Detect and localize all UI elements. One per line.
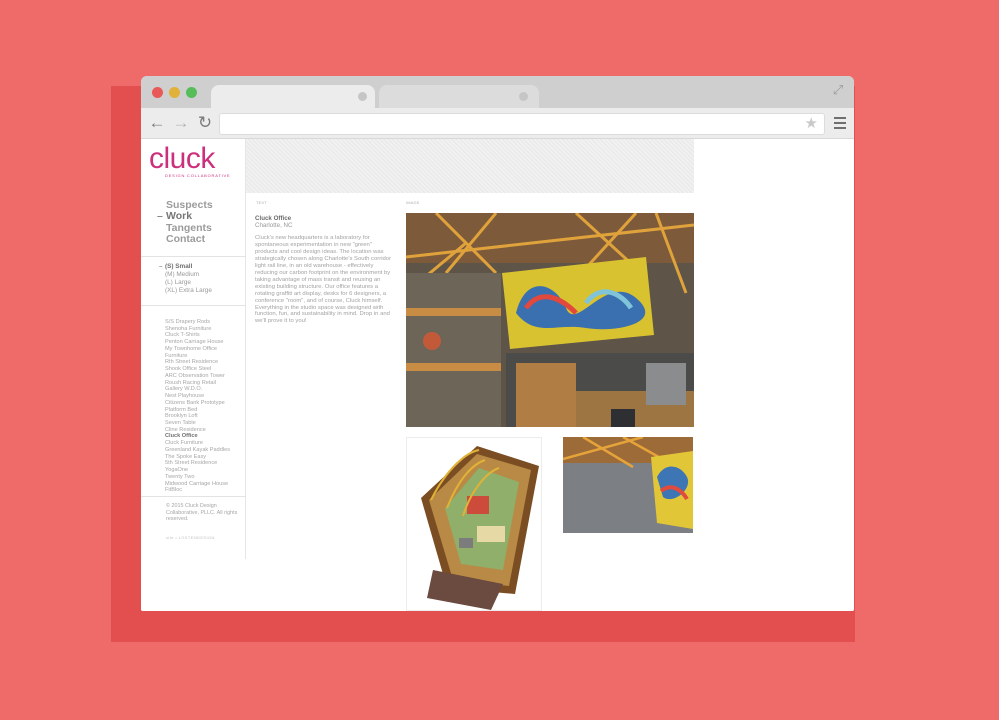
project-item[interactable]: YogaOne [165,467,230,474]
project-item[interactable]: Cluck Furniture [165,440,230,447]
logo-tagline: DESIGN COLLABORATIVE [165,173,231,178]
project-photo-floorplan[interactable] [406,437,542,611]
divider [141,496,245,497]
project-item[interactable]: S/S Drapery Rods [165,319,230,326]
project-item[interactable]: Roush Racing Retail [165,380,230,387]
project-location: Charlotte, NC [255,222,293,229]
divider [141,305,245,306]
browser-tab-active[interactable] [211,85,375,108]
size-filter-extra-large[interactable]: (XL) Extra Large [165,287,212,295]
logo[interactable]: cluck [149,141,215,177]
nav-item-work[interactable]: Work [157,210,213,222]
close-window-button[interactable] [152,87,163,98]
site-credit[interactable]: site • LOSTENDESIGN [166,535,215,540]
sidebar: cluck DESIGN COLLABORATIVE Suspects Work… [141,139,246,559]
project-description: Cluck's new headquarters is a laboratory… [255,235,392,325]
title-bar: ⤢ [141,76,854,108]
project-item[interactable]: ARC Observation Tower [165,373,230,380]
project-item[interactable]: Brooklyn Loft [165,413,230,420]
tab-close-icon[interactable] [519,92,528,101]
address-bar[interactable]: ★ [219,113,825,135]
browser-tab-inactive[interactable] [379,85,539,108]
minimize-window-button[interactable] [169,87,180,98]
size-filter-large[interactable]: (L) Large [165,279,212,287]
project-item[interactable]: Cluck T-Shirts [165,332,230,339]
hamburger-menu-icon[interactable] [834,114,846,132]
browser-toolbar: ← → ↻ ★ [141,108,854,139]
main-nav: Suspects Work Tangents Contact [157,199,213,245]
zoom-window-button[interactable] [186,87,197,98]
project-item[interactable]: Seven Table [165,420,230,427]
page-content: cluck DESIGN COLLABORATIVE Suspects Work… [141,139,854,611]
project-item-active[interactable]: Cluck Office [165,433,230,440]
project-photo-main[interactable] [406,213,694,427]
project-item[interactable]: 5th Street Residence [165,460,230,467]
project-photo-detail[interactable] [563,437,693,533]
project-list: S/S Drapery Rods Shenoha Furniture Cluck… [165,319,230,494]
project-item[interactable]: Cline Residence [165,427,230,434]
browser-window: ⤢ ← → ↻ ★ cluck DESIGN COLLABORATIVE Sus… [141,76,854,611]
size-filter-medium[interactable]: (M) Medium [165,271,212,279]
size-filter: (S) Small (M) Medium (L) Large (XL) Extr… [159,263,212,295]
project-title: Cluck Office [255,215,292,222]
project-item[interactable]: Nest Playhouse [165,393,230,400]
reload-icon[interactable]: ↻ [195,113,215,133]
graffiti-wall-image [563,437,693,533]
project-item[interactable]: Midwood Carriage House [165,481,230,488]
project-item[interactable]: Platform Bed [165,407,230,414]
project-item[interactable]: The Spoke Easy [165,454,230,461]
project-item[interactable]: Shook Office Steel [165,366,230,373]
image-column-label: IMAGE [406,201,420,205]
project-item[interactable]: My Townhome Office [165,346,230,353]
project-item[interactable]: Gallery W.D.O. [165,386,230,393]
office-interior-image [406,213,694,427]
project-item[interactable]: Penton Carriage House [165,339,230,346]
tab-close-icon[interactable] [358,92,367,101]
project-item[interactable]: Greenland Kayak Paddles [165,447,230,454]
size-filter-small[interactable]: (S) Small [159,263,212,271]
project-item[interactable]: Rth Street Residence [165,359,230,366]
project-item[interactable]: FitBloc [165,487,230,494]
nav-item-contact[interactable]: Contact [166,233,213,245]
project-item[interactable]: Shenoha Furniture [165,326,230,333]
project-item[interactable]: Furniture [165,353,230,360]
header-banner [246,139,694,193]
star-icon[interactable]: ★ [805,115,818,133]
copyright-text: © 2015 Cluck Design Collaborative, PLLC.… [166,503,238,523]
project-text: Cluck Office Charlotte, NC Cluck's new h… [255,215,395,325]
arrow-left-icon[interactable]: ← [147,113,167,133]
expand-icon[interactable]: ⤢ [830,82,846,98]
arrow-right-icon[interactable]: → [171,113,191,133]
text-column-label: TEXT [256,201,267,205]
project-item[interactable]: Twenty Two [165,474,230,481]
floorplan-render-image [407,438,541,610]
project-item[interactable]: Citizens Bank Prototype [165,400,230,407]
divider [141,256,245,257]
